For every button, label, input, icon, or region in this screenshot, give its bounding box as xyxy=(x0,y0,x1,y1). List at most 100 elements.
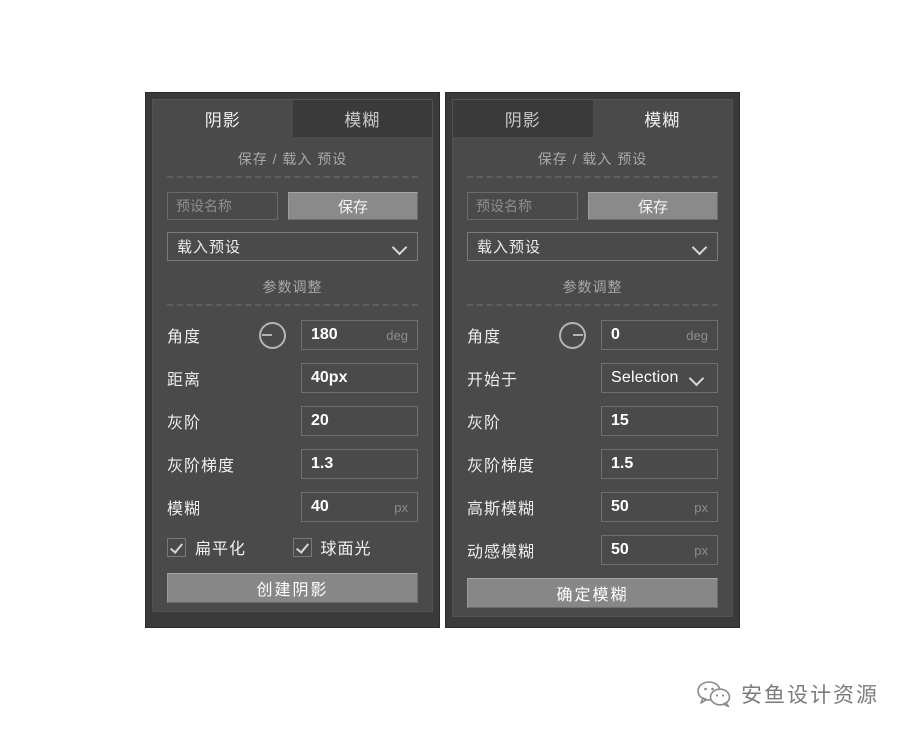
param-unit: deg xyxy=(686,327,708,343)
param-value: 1.5 xyxy=(611,455,634,472)
param-label: 高斯模糊 xyxy=(467,501,536,518)
param-row: 灰阶梯度 1.3 xyxy=(167,449,418,479)
checkmark-icon[interactable] xyxy=(292,537,312,557)
angle-dial-icon[interactable] xyxy=(559,321,586,349)
load-preset-label: 载入预设 xyxy=(477,239,542,256)
dial-needle xyxy=(262,334,272,336)
chevron-down-icon xyxy=(692,242,708,252)
chevron-down-icon xyxy=(689,373,705,383)
param-unit: deg xyxy=(386,327,408,343)
param-row: 模糊 40 px xyxy=(167,492,418,522)
param-unit: px xyxy=(394,499,408,515)
tab-bar: 阴影 模糊 xyxy=(453,100,732,137)
dial-needle xyxy=(573,334,583,336)
divider xyxy=(467,176,718,179)
param-value: Selection xyxy=(611,369,679,386)
param-row: 动感模糊 50 px xyxy=(467,535,718,565)
preset-name-input[interactable]: 预设名称 xyxy=(167,192,278,220)
param-input[interactable]: 15 xyxy=(601,406,718,436)
create-shadow-button[interactable]: 创建阴影 xyxy=(167,573,418,603)
dial-slot xyxy=(259,321,301,349)
param-select[interactable]: Selection xyxy=(601,363,718,393)
params-section-title: 参数调整 xyxy=(562,279,623,295)
param-input[interactable]: 180 deg xyxy=(301,320,418,350)
checkbox-label: 扁平化 xyxy=(195,541,247,558)
param-input[interactable]: 1.5 xyxy=(601,449,718,479)
watermark: 安鱼设计资源 xyxy=(697,679,879,709)
param-label: 动感模糊 xyxy=(467,544,536,561)
param-label: 角度 xyxy=(467,329,502,346)
save-preset-button[interactable]: 保存 xyxy=(288,192,418,220)
blur-panel-body: 阴影 模糊保存 / 载入 预设预设名称 保存载入预设参数调整角度 0 deg 开始于 Sel… xyxy=(452,99,733,617)
panel-section: 保存 / 载入 预设预设名称 保存载入预设参数调整角度 0 deg 开始于 Selecti… xyxy=(453,137,732,608)
param-input[interactable]: 40px xyxy=(301,363,418,393)
param-row: 距离 40px xyxy=(167,363,418,393)
preset-save-row: 预设名称 保存 xyxy=(167,192,418,220)
preset-section-title: 保存 / 载入 预设 xyxy=(537,151,648,167)
preset-section-title: 保存 / 载入 预设 xyxy=(237,151,348,167)
save-preset-button[interactable]: 保存 xyxy=(588,192,718,220)
param-input[interactable]: 20 xyxy=(301,406,418,436)
param-value: 40px xyxy=(311,369,348,386)
load-preset-dropdown[interactable]: 载入预设 xyxy=(467,232,718,261)
param-input[interactable]: 0 deg xyxy=(601,320,718,350)
param-row: 角度 180 deg xyxy=(167,320,418,350)
param-unit: px xyxy=(694,499,708,515)
param-label: 距离 xyxy=(167,372,202,389)
checkmark-icon[interactable] xyxy=(167,537,186,557)
chevron-down-icon xyxy=(392,242,408,252)
param-label: 灰阶 xyxy=(467,415,502,432)
param-row: 灰阶 20 xyxy=(167,406,418,436)
param-value: 1.3 xyxy=(311,455,334,472)
param-input[interactable]: 40 px xyxy=(301,492,418,522)
param-row: 高斯模糊 50 px xyxy=(467,492,718,522)
param-label: 灰阶梯度 xyxy=(467,458,536,475)
divider xyxy=(467,304,718,307)
checkbox-row: 扁平化 球面光 xyxy=(167,535,418,559)
param-row: 开始于 Selection xyxy=(467,363,718,393)
param-input[interactable]: 50 px xyxy=(601,535,718,565)
wechat-icon xyxy=(697,680,731,708)
tab-shadow[interactable]: 阴影 xyxy=(453,100,593,137)
tab-blur[interactable]: 模糊 xyxy=(292,100,432,137)
panel-section: 保存 / 载入 预设 预设名称 保存 载入预设 参数调整 角度 180 deg 距离 40px 灰阶… xyxy=(153,137,432,603)
params-section-title: 参数调整 xyxy=(262,279,323,295)
param-input[interactable]: 1.3 xyxy=(301,449,418,479)
param-value: 40 xyxy=(311,498,329,515)
param-label: 开始于 xyxy=(467,372,519,389)
param-label: 灰阶 xyxy=(167,415,202,432)
tab-blur[interactable]: 模糊 xyxy=(592,100,732,137)
param-value: 180 xyxy=(311,326,338,343)
panels-container: 阴影 模糊 保存 / 载入 预设 预设名称 保存 载入预设 参数调整 角度 180 deg 距离 40… xyxy=(145,92,740,628)
angle-dial-icon[interactable] xyxy=(259,321,286,349)
divider xyxy=(167,304,418,307)
param-value: 0 xyxy=(611,326,620,343)
load-preset-label: 载入预设 xyxy=(177,239,242,256)
load-preset-dropdown[interactable]: 载入预设 xyxy=(167,232,418,261)
checkbox-label: 球面光 xyxy=(320,541,372,558)
param-label: 模糊 xyxy=(167,501,202,518)
shadow-panel: 阴影 模糊 保存 / 载入 预设 预设名称 保存 载入预设 参数调整 角度 180 deg 距离 40… xyxy=(145,92,440,628)
preset-save-row: 预设名称 保存 xyxy=(467,192,718,220)
checkbox-spherical-light[interactable]: 球面光 xyxy=(292,535,419,559)
preset-name-input[interactable]: 预设名称 xyxy=(467,192,578,220)
apply-blur-button[interactable]: 确定模糊 xyxy=(467,578,718,608)
param-value: 20 xyxy=(311,412,329,429)
param-label: 灰阶梯度 xyxy=(167,458,236,475)
watermark-text: 安鱼设计资源 xyxy=(741,684,879,707)
blur-panel: 阴影 模糊保存 / 载入 预设预设名称 保存载入预设参数调整角度 0 deg 开始于 Sel… xyxy=(445,92,740,628)
param-row: 灰阶 15 xyxy=(467,406,718,436)
divider xyxy=(167,176,418,179)
param-label: 角度 xyxy=(167,329,202,346)
checkbox-flatten[interactable]: 扁平化 xyxy=(167,535,293,559)
dial-slot xyxy=(559,321,601,349)
param-value: 50 xyxy=(611,541,629,558)
tab-shadow[interactable]: 阴影 xyxy=(153,100,293,137)
param-value: 50 xyxy=(611,498,629,515)
param-row: 灰阶梯度 1.5 xyxy=(467,449,718,479)
shadow-panel-body: 阴影 模糊 保存 / 载入 预设 预设名称 保存 载入预设 参数调整 角度 180 deg 距离 40… xyxy=(152,99,433,612)
param-unit: px xyxy=(694,542,708,558)
param-value: 15 xyxy=(611,412,629,429)
param-input[interactable]: 50 px xyxy=(601,492,718,522)
param-row: 角度 0 deg xyxy=(467,320,718,350)
